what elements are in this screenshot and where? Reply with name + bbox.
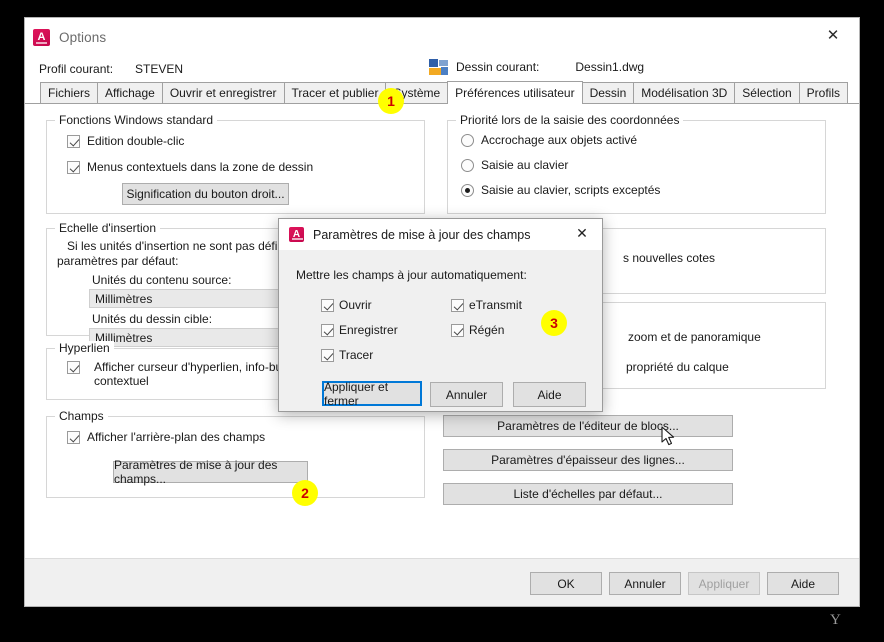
tab-profils[interactable]: Profils	[798, 82, 849, 103]
screen: A Options ✕ Profil courant: STEVEN Dessi…	[0, 0, 884, 642]
group-label-champs: Champs	[55, 409, 108, 423]
checkbox-label-menus-contextuels: Menus contextuels dans la zone de dessin	[87, 160, 314, 174]
checkbox-edition-double-clic[interactable]	[67, 135, 80, 148]
tab-preferences-utilisateur[interactable]: Préférences utilisateur	[447, 81, 583, 104]
checkbox-row-edition-double-clic[interactable]: Edition double-clic	[67, 134, 184, 148]
screen-artifact-glyph: Y	[830, 612, 841, 628]
close-icon[interactable]: ✕	[564, 219, 600, 248]
cancel-button[interactable]: Annuler	[609, 572, 681, 595]
checkbox-menus-contextuels[interactable]	[67, 161, 80, 174]
tab-ouvrir-et-enregistrer[interactable]: Ouvrir et enregistrer	[161, 82, 285, 103]
window-title: Options	[59, 29, 107, 45]
autocad-icon: A	[289, 227, 304, 242]
checkbox-label-regen: Régén	[469, 323, 505, 337]
drawing-label: Dessin courant:	[456, 60, 540, 74]
partial-text-propriete-calque: propriété du calque	[626, 360, 729, 374]
checkbox-row-afficher-arriere-plan-champs[interactable]: Afficher l'arrière-plan des champs	[67, 430, 265, 444]
checkbox-afficher-arriere-plan-champs[interactable]	[67, 431, 80, 444]
modal-cancel-button[interactable]: Annuler	[430, 382, 503, 407]
group-label-echelle-insertion: Echelle d'insertion	[55, 221, 161, 235]
group-label-priorite-saisie-coordonnees: Priorité lors de la saisie des coordonné…	[456, 113, 684, 127]
annotation-badge-2: 2	[292, 480, 318, 506]
modal-instruction: Mettre les champs à jour automatiquement…	[296, 268, 527, 282]
checkbox-label-tracer: Tracer	[339, 348, 374, 362]
insertion-scale-desc-line2: paramètres par défaut:	[57, 254, 179, 268]
dialog-footer: OK Annuler Appliquer Aide	[25, 558, 859, 606]
radio-saisie-clavier[interactable]	[461, 158, 474, 172]
annotation-badge-1: 1	[378, 88, 404, 114]
tab-tracer-et-publier[interactable]: Tracer et publier	[283, 82, 387, 103]
checkbox-row-tracer[interactable]: Tracer	[321, 348, 373, 362]
radio-label-accrochage-objets: Accrochage aux objets activé	[481, 133, 638, 147]
modal-title: Paramètres de mise à jour des champs	[313, 227, 531, 242]
tab-affichage[interactable]: Affichage	[97, 82, 163, 103]
button-liste-echelles-par-defaut[interactable]: Liste d'échelles par défaut...	[443, 483, 733, 505]
drawing-icon	[429, 59, 448, 75]
radio-row-saisie-clavier[interactable]: Saisie au clavier	[461, 158, 568, 172]
close-icon[interactable]: ✕	[811, 20, 855, 50]
profile-row: Profil courant: STEVEN Dessin courant: D…	[25, 56, 859, 82]
group-priorite-saisie-coordonnees: Priorité lors de la saisie des coordonné…	[447, 113, 826, 214]
mouse-cursor	[661, 426, 675, 446]
insertion-scale-desc-line1: Si les unités d'insertion ne sont pas dé…	[67, 239, 313, 253]
current-drawing-group: Dessin courant: Dessin1.dwg	[429, 59, 644, 75]
radio-accrochage-objets[interactable]	[461, 133, 474, 147]
tab-fichiers[interactable]: Fichiers	[40, 82, 99, 103]
button-signification-bouton-droit[interactable]: Signification du bouton droit...	[122, 183, 289, 205]
group-fonctions-windows-standard: Fonctions Windows standard Edition doubl…	[46, 113, 425, 214]
group-label-hyperlien: Hyperlien	[55, 341, 114, 355]
radio-label-saisie-clavier-scripts-exceptes: Saisie au clavier, scripts exceptés	[481, 183, 661, 197]
window-titlebar: A Options ✕	[25, 18, 859, 56]
button-parametres-mise-a-jour-champs[interactable]: Paramètres de mise à jour des champs...	[113, 458, 308, 486]
checkbox-label-edition-double-clic: Edition double-clic	[87, 134, 185, 148]
button-parametres-editeur-de-blocs[interactable]: Paramètres de l'éditeur de blocs...	[443, 415, 733, 437]
checkbox-etransmit[interactable]	[451, 299, 464, 312]
apply-and-close-button[interactable]: Appliquer et fermer	[322, 380, 422, 408]
button-parametres-epaisseur-des-lignes[interactable]: Paramètres d'épaisseur des lignes...	[443, 449, 733, 471]
checkbox-label-ouvrir: Ouvrir	[339, 298, 372, 312]
checkbox-tracer[interactable]	[321, 349, 334, 362]
radio-row-saisie-clavier-scripts-exceptes[interactable]: Saisie au clavier, scripts exceptés	[461, 183, 660, 197]
label-unites-contenu-source: Unités du contenu source:	[92, 273, 232, 287]
checkbox-label-enregistrer: Enregistrer	[339, 323, 398, 337]
help-button[interactable]: Aide	[767, 572, 839, 595]
tab-modelisation-3d[interactable]: Modélisation 3D	[633, 82, 736, 103]
checkbox-ouvrir[interactable]	[321, 299, 334, 312]
partial-text-nouvelles-cotes: s nouvelles cotes	[623, 251, 716, 265]
ok-button[interactable]: OK	[530, 572, 602, 595]
radio-row-accrochage-objets[interactable]: Accrochage aux objets activé	[461, 133, 637, 147]
checkbox-row-etransmit[interactable]: eTransmit	[451, 298, 522, 312]
radio-saisie-clavier-scripts-exceptes[interactable]	[461, 183, 474, 197]
modal-help-button[interactable]: Aide	[513, 382, 586, 407]
tabstrip: Fichiers Affichage Ouvrir et enregistrer…	[25, 81, 859, 104]
annotation-badge-3: 3	[541, 310, 567, 336]
profile-label: Profil courant:	[39, 62, 114, 76]
group-champs: Champs Afficher l'arrière-plan des champ…	[46, 409, 425, 498]
label-unites-dessin-cible: Unités du dessin cible:	[92, 312, 213, 326]
tab-dessin[interactable]: Dessin	[581, 82, 635, 103]
checkbox-enregistrer[interactable]	[321, 324, 334, 337]
checkbox-label-etransmit: eTransmit	[469, 298, 522, 312]
checkbox-label-afficher-arriere-plan-champs: Afficher l'arrière-plan des champs	[87, 430, 266, 444]
partial-text-zoom-panoramique: zoom et de panoramique	[628, 330, 761, 344]
profile-value: STEVEN	[135, 62, 184, 76]
apply-button: Appliquer	[688, 572, 760, 595]
checkbox-afficher-curseur-hyperlien[interactable]	[67, 361, 80, 374]
autocad-icon: A	[33, 28, 50, 46]
checkbox-row-ouvrir[interactable]: Ouvrir	[321, 298, 372, 312]
group-label-fonctions-windows-standard: Fonctions Windows standard	[55, 113, 218, 127]
checkbox-row-menus-contextuels[interactable]: Menus contextuels dans la zone de dessin	[67, 160, 313, 174]
drawing-value: Dessin1.dwg	[575, 60, 645, 74]
checkbox-row-enregistrer[interactable]: Enregistrer	[321, 323, 398, 337]
checkbox-regen[interactable]	[451, 324, 464, 337]
radio-label-saisie-clavier: Saisie au clavier	[481, 158, 569, 172]
checkbox-row-regen[interactable]: Régén	[451, 323, 504, 337]
modal-titlebar: A Paramètres de mise à jour des champs ✕	[279, 219, 602, 250]
tab-selection[interactable]: Sélection	[734, 82, 800, 103]
